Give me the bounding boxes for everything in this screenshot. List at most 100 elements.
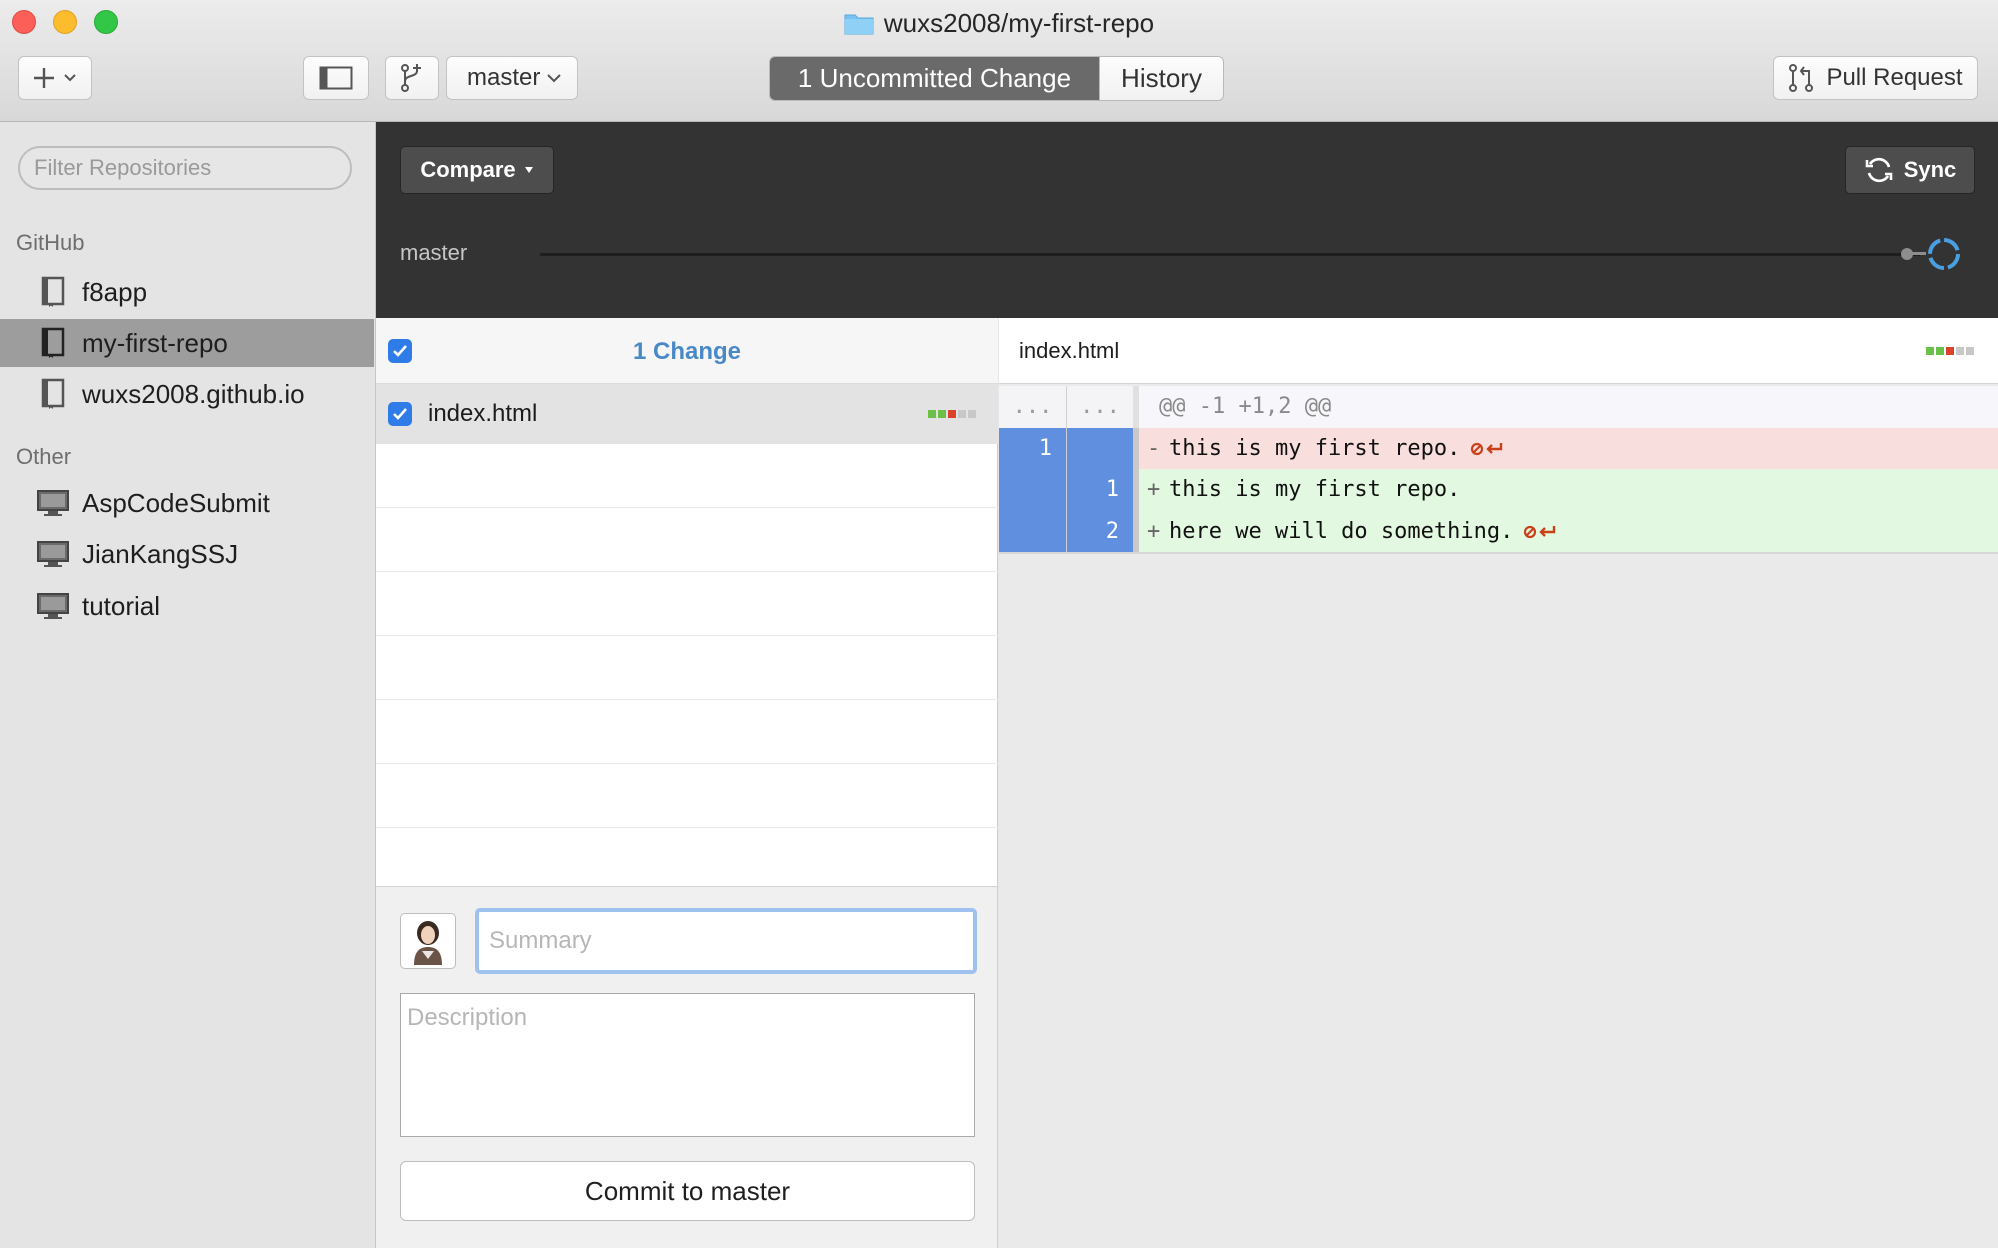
diff-sign: + [1147, 477, 1161, 503]
sidebar-heading-other: Other [16, 444, 72, 469]
compare-button[interactable]: Compare [400, 146, 554, 194]
sidebar-item-wuxs2008-github-io[interactable]: wuxs2008.github.io [0, 370, 374, 418]
diff-hunk-header: ... ... @@ -1 +1,2 @@ [999, 386, 1998, 428]
sidebar-item-aspcodesubmit[interactable]: AspCodeSubmit [0, 479, 374, 527]
commit-description-input[interactable] [400, 993, 975, 1137]
window-title: wuxs2008/my-first-repo [0, 6, 1998, 40]
diff-added-line[interactable]: 2 + here we will do something. [999, 510, 1998, 552]
pull-request-button[interactable]: Pull Request [1773, 56, 1978, 100]
title-bar: wuxs2008/my-first-repo master 1 Uncommit… [0, 0, 1998, 122]
uncommitted-changes-ring-icon[interactable] [1926, 236, 1962, 272]
commit-button[interactable]: Commit to master [400, 1161, 975, 1221]
sidebar-item-label: my-first-repo [82, 327, 228, 358]
old-line-number: ... [999, 386, 1067, 428]
sidebar-item-label: wuxs2008.github.io [82, 378, 305, 409]
changed-file-name: index.html [428, 400, 538, 427]
window-title-text: wuxs2008/my-first-repo [883, 8, 1155, 38]
new-line-number: ... [1067, 386, 1139, 428]
file-diffstat [928, 410, 976, 418]
diff-line-text: this is my first repo. [1169, 477, 1461, 503]
empty-list-row [376, 444, 998, 508]
branch-timeline [540, 253, 1920, 256]
sidebar-item-tutorial[interactable]: tutorial [0, 582, 374, 630]
new-line-number: 1 [1067, 469, 1139, 511]
diff-sign: - [1147, 435, 1161, 461]
diff-line-code: + this is my first repo. [1139, 469, 1998, 511]
diff-line-code: - this is my first repo. [1139, 427, 1998, 469]
sync-icon [1865, 157, 1893, 183]
no-newline-icon [1523, 522, 1557, 540]
branch-select-label: master [467, 64, 541, 91]
changes-count-title: 1 Change [632, 338, 742, 365]
pull-request-icon [1789, 64, 1814, 92]
commit-panel: Commit to master [376, 886, 998, 1248]
diff-header: index.html [999, 318, 1998, 384]
sidebar-toggle-button[interactable] [303, 56, 369, 100]
old-line-number: 1 [999, 427, 1067, 469]
app-window: wuxs2008/my-first-repo master 1 Uncommit… [0, 0, 1998, 1248]
sidebar-item-label: JianKangSSJ [82, 538, 239, 569]
file-checkbox[interactable] [388, 402, 412, 426]
sidebar-item-label: f8app [82, 276, 148, 307]
repository-sidebar: GitHub f8app my-first-repo wuxs2008.gith… [0, 122, 376, 1248]
diff-deleted-line[interactable]: 1 - this is my first repo. [999, 427, 1998, 469]
empty-list-row [376, 636, 998, 700]
sync-button-label: Sync [1903, 157, 1957, 182]
timeline-branch-label: master [400, 240, 468, 265]
old-line-number [999, 510, 1067, 552]
filter-repositories-input[interactable] [18, 146, 352, 190]
pull-request-label: Pull Request [1826, 64, 1963, 91]
new-line-number [1067, 427, 1139, 469]
tab-history[interactable]: History [1099, 57, 1223, 100]
computer-icon [36, 589, 70, 623]
diff-table: ... ... @@ -1 +1,2 @@ 1 - this is my firs… [999, 386, 1998, 554]
branch-icon [401, 64, 421, 92]
commit-summary-input[interactable] [475, 908, 977, 974]
diff-line-code: + here we will do something. [1139, 510, 1998, 552]
diff-line-text: this is my first repo. [1169, 435, 1461, 461]
repo-book-icon [36, 326, 70, 360]
diff-panel: index.html ... ... @@ -1 +1,2 @@ 1 - this… [999, 318, 1998, 1248]
computer-icon [36, 537, 70, 571]
computer-icon [36, 486, 70, 520]
diff-file-name: index.html [1019, 338, 1120, 363]
sidebar-item-my-first-repo[interactable]: my-first-repo [0, 319, 374, 367]
diff-diffstat [1926, 347, 1974, 355]
branch-select[interactable]: master [446, 56, 578, 100]
plus-icon [34, 68, 76, 88]
chevron-down-icon [547, 74, 561, 83]
diff-line-text: @@ -1 +1,2 @@ [1139, 386, 1998, 428]
diff-line-text: here we will do something. [1169, 518, 1514, 544]
empty-list-row [376, 700, 998, 764]
checkmark-icon [393, 408, 407, 420]
repo-book-icon [36, 275, 70, 309]
changed-file-row[interactable]: index.html [376, 384, 998, 444]
compare-button-label: Compare [420, 157, 516, 182]
sidebar-item-label: AspCodeSubmit [82, 487, 270, 518]
sidebar-item-jiankangssj[interactable]: JianKangSSJ [0, 530, 374, 578]
no-newline-icon [1470, 439, 1504, 457]
sidebar-item-label: tutorial [82, 590, 161, 621]
add-button[interactable] [18, 56, 92, 100]
caret-down-icon [524, 167, 533, 173]
sidebar-item-f8app[interactable]: f8app [0, 268, 374, 316]
avatar [400, 913, 456, 969]
empty-list-row [376, 764, 998, 828]
old-line-number [999, 469, 1067, 511]
diff-added-line[interactable]: 1 + this is my first repo. [999, 469, 1998, 511]
folder-icon [844, 9, 874, 35]
empty-list-row [376, 572, 998, 636]
user-avatar-icon [414, 921, 442, 965]
create-branch-button[interactable] [385, 56, 439, 100]
changes-header: 1 Change [376, 318, 998, 384]
view-segmented-control: 1 Uncommitted Change History [769, 56, 1224, 101]
empty-list-row [376, 508, 998, 572]
sync-button[interactable]: Sync [1845, 146, 1975, 194]
compare-bar: Compare Sync master [376, 122, 1998, 318]
repo-book-icon [36, 377, 70, 411]
tab-uncommitted-changes[interactable]: 1 Uncommitted Change [770, 57, 1099, 100]
timeline-connector [1912, 252, 1926, 255]
new-line-number: 2 [1067, 510, 1139, 552]
diff-sign: + [1147, 518, 1161, 544]
changes-panel: 1 Change index.html [376, 318, 998, 886]
